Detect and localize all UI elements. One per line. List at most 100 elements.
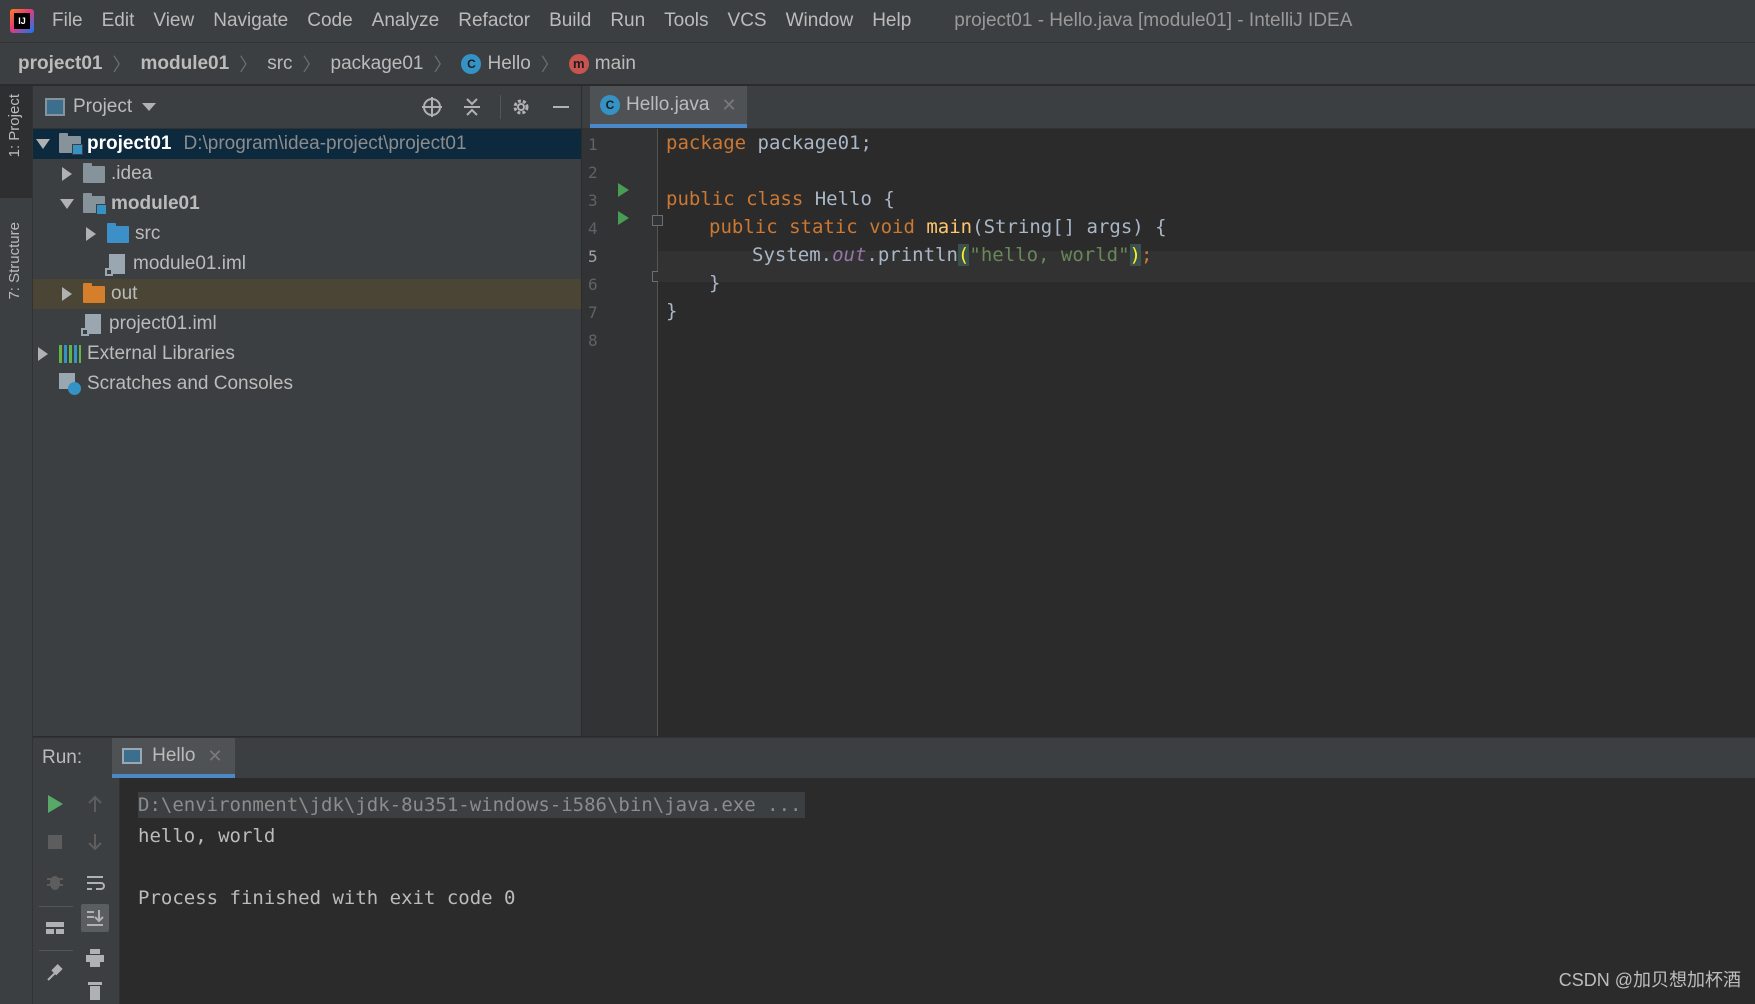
code-token: System. (752, 244, 833, 266)
pin-tab-button[interactable] (41, 958, 69, 986)
gear-icon[interactable] (500, 95, 533, 119)
tree-item-out[interactable]: out (33, 279, 581, 309)
tree-item-label: project01 (87, 133, 172, 154)
iml-file-icon (81, 314, 101, 336)
layout-button[interactable] (41, 914, 69, 942)
tree-item-project01-iml[interactable]: project01.iml (33, 309, 581, 339)
menu-edit[interactable]: Edit (102, 10, 135, 32)
breadcrumb-class[interactable]: Hello (461, 52, 531, 75)
tree-item-idea[interactable]: .idea (33, 159, 581, 189)
tree-item-label: .idea (111, 163, 153, 184)
expand-arrow-icon[interactable] (81, 227, 101, 241)
breadcrumb-class-label: Hello (487, 52, 531, 74)
menu-vcs[interactable]: VCS (728, 10, 767, 32)
tree-item-module01-iml[interactable]: module01.iml (33, 249, 581, 279)
run-gutter-icon[interactable] (618, 211, 629, 225)
menu-tools[interactable]: Tools (664, 10, 708, 32)
menu-view[interactable]: View (153, 10, 194, 32)
tool-tab-structure[interactable]: 7: Structure (0, 214, 32, 344)
project-view-selector[interactable]: Project (73, 96, 132, 118)
expand-arrow-icon[interactable] (57, 199, 77, 209)
folder-icon (83, 162, 105, 183)
code-token: ) (1129, 244, 1141, 266)
menu-navigate[interactable]: Navigate (213, 10, 288, 32)
editor-tab-hello-java[interactable]: Hello.java ✕ (590, 86, 747, 128)
expand-arrow-icon[interactable] (57, 287, 77, 301)
watermark: CSDN @加贝想加杯酒 (1558, 970, 1741, 990)
tree-item-src[interactable]: src (33, 219, 581, 249)
tool-tab-project[interactable]: 1: Project (0, 86, 32, 198)
class-icon (461, 53, 482, 74)
breadcrumb-src[interactable]: src (267, 53, 292, 75)
code-token: ; (1140, 244, 1153, 266)
breadcrumb: project01 〉 module01 〉 src 〉 package01 〉… (0, 43, 1755, 85)
run-panel-label: Run: (42, 747, 83, 768)
tree-item-label: project01.iml (109, 313, 217, 334)
console-command[interactable]: D:\environment\jdk\jdk-8u351-windows-i58… (138, 792, 806, 818)
excluded-folder-icon (83, 282, 105, 303)
expand-arrow-icon[interactable] (57, 167, 77, 181)
tree-item-scratches[interactable]: Scratches and Consoles (33, 369, 581, 399)
module-folder-icon (59, 132, 83, 155)
line-number: 3 (588, 191, 598, 210)
chevron-down-icon[interactable] (142, 103, 157, 111)
line-number: 5 (588, 247, 598, 266)
editor-tab-label: Hello.java (626, 94, 710, 115)
trash-icon (88, 982, 102, 1000)
pin-icon (47, 964, 63, 981)
menu-bar: IJ File Edit View Navigate Code Analyze … (0, 0, 1755, 43)
tool-tab-structure-label: 7: Structure (6, 222, 23, 300)
stop-button[interactable] (41, 828, 69, 856)
editor-tab-bar: Hello.java ✕ (582, 86, 1755, 129)
locate-file-icon[interactable] (420, 95, 444, 119)
run-console[interactable]: D:\environment\jdk\jdk-8u351-windows-i58… (120, 778, 1755, 1004)
stop-icon (48, 835, 62, 849)
scroll-to-end-button[interactable] (81, 904, 109, 932)
menu-help[interactable]: Help (872, 10, 911, 32)
project-panel-header: Project (33, 86, 581, 129)
menu-refactor[interactable]: Refactor (458, 10, 530, 32)
menu-code[interactable]: Code (307, 10, 352, 32)
arrow-down-icon (88, 834, 102, 851)
run-tab-hello[interactable]: Hello ✕ (112, 738, 235, 778)
fold-icon[interactable] (652, 215, 663, 226)
menu-window[interactable]: Window (786, 10, 854, 32)
line-number: 2 (588, 163, 598, 182)
code-token: .println (866, 244, 958, 266)
breadcrumb-project[interactable]: project01 (18, 53, 102, 75)
expand-arrow-icon[interactable] (33, 347, 53, 361)
code-line-4: public static void main(String[] args) { (709, 213, 1167, 241)
console-line: hello, world (138, 825, 276, 847)
soft-wrap-button[interactable] (81, 868, 109, 896)
tree-item-external-libraries[interactable]: External Libraries (33, 339, 581, 369)
scroll-to-end-icon (87, 910, 104, 926)
hide-panel-icon[interactable] (549, 95, 573, 119)
clear-all-button[interactable] (81, 976, 109, 1004)
play-icon (47, 795, 63, 813)
run-tab-label: Hello (152, 745, 196, 766)
menu-run[interactable]: Run (610, 10, 645, 32)
scroll-up-button[interactable] (81, 790, 109, 818)
arrow-up-icon (88, 795, 102, 812)
debug-button[interactable] (41, 868, 69, 896)
collapse-all-icon[interactable] (460, 95, 484, 119)
expand-arrow-icon[interactable] (33, 139, 53, 149)
run-gutter-icon[interactable] (618, 183, 629, 197)
scratches-icon (59, 373, 81, 395)
library-icon (59, 345, 81, 363)
rerun-button[interactable] (41, 790, 69, 818)
scroll-down-button[interactable] (81, 828, 109, 856)
close-icon[interactable]: ✕ (207, 746, 222, 767)
breadcrumb-method[interactable]: main (568, 53, 636, 75)
menu-build[interactable]: Build (549, 10, 591, 32)
code-editor[interactable]: 1 2 3 4 5 6 7 8 package package01; publi… (582, 129, 1755, 736)
close-icon[interactable]: ✕ (721, 95, 736, 116)
tree-item-project01[interactable]: project01 D:\program\idea-project\projec… (33, 129, 581, 159)
tree-item-module01[interactable]: module01 (33, 189, 581, 219)
menu-analyze[interactable]: Analyze (372, 10, 440, 32)
breadcrumb-module[interactable]: module01 (140, 53, 229, 75)
print-button[interactable] (81, 944, 109, 972)
breadcrumb-package[interactable]: package01 (331, 53, 424, 75)
menu-file[interactable]: File (52, 10, 83, 32)
code-line-3: public class Hello { (666, 185, 895, 213)
